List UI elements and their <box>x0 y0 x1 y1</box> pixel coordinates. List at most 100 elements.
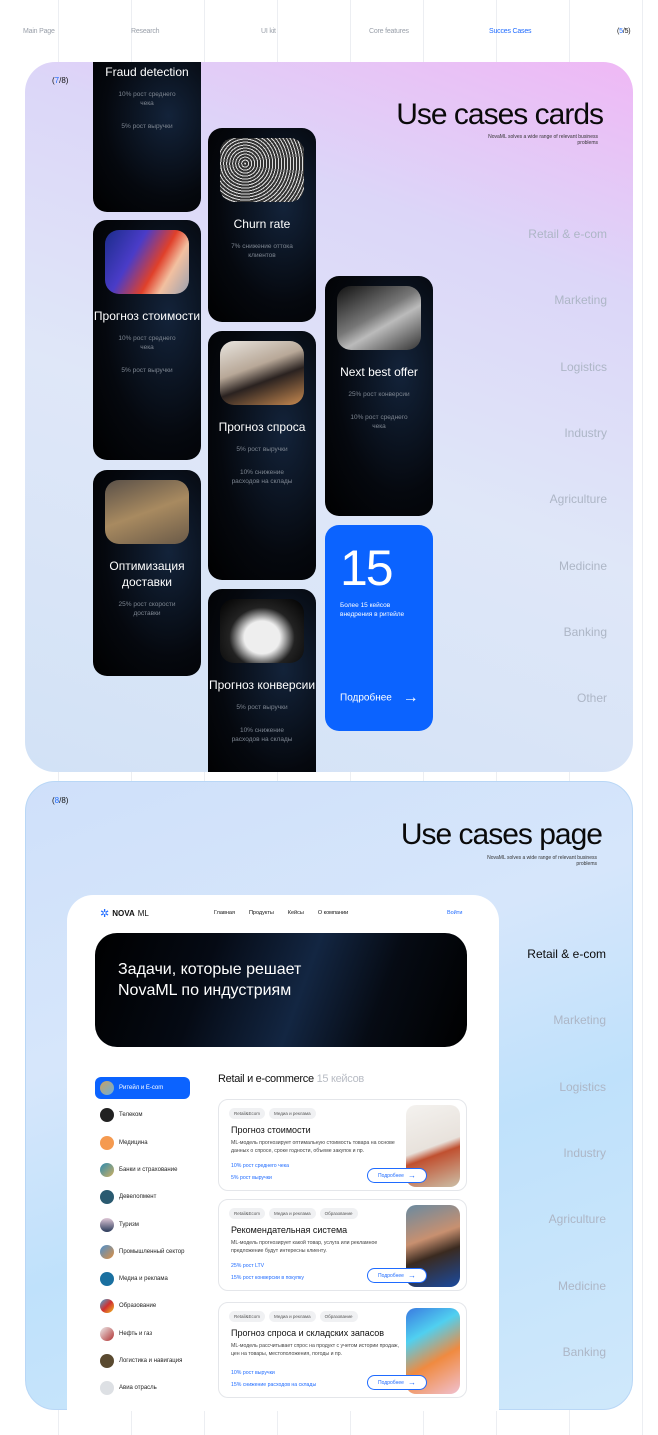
sidebar-item[interactable]: Нефть и газ <box>95 1323 190 1345</box>
industry-item[interactable]: Logistics <box>559 1080 606 1094</box>
card-metric: 25% рост конверсии <box>348 391 410 398</box>
industry-item[interactable]: Industry <box>563 1146 606 1160</box>
card-metric: 10% рост среднего чека <box>350 414 408 430</box>
sidebar-item-label: Ритейл и E-com <box>119 1085 164 1091</box>
logo-icon: ✲ <box>100 908 110 920</box>
sidebar-item[interactable]: Телеком <box>95 1104 190 1126</box>
industry-item[interactable]: Agriculture <box>549 1212 606 1226</box>
use-case-card[interactable]: Churn rate 7% снижение оттока клиентов <box>208 128 316 322</box>
topnav-item[interactable]: Succes Cases <box>489 28 532 35</box>
details-button[interactable]: Подробнее → <box>367 1375 427 1390</box>
card-image <box>220 599 304 663</box>
industry-item[interactable]: Banking <box>564 625 607 639</box>
details-button-label: Подробнее <box>378 1379 404 1386</box>
site-nav-item[interactable]: О компании <box>318 910 348 916</box>
sidebar-item[interactable]: Банки и страхование <box>95 1159 190 1181</box>
industry-avatar <box>100 1381 114 1396</box>
industry-avatar <box>100 1108 114 1123</box>
details-button[interactable]: Подробнее → <box>367 1168 427 1183</box>
industry-item[interactable]: Medicine <box>558 1279 606 1293</box>
industry-avatar <box>100 1244 114 1259</box>
card-metric: 10% снижение расходов на склады <box>231 727 293 743</box>
industry-avatar <box>100 1217 114 1232</box>
topnav-item[interactable]: Main Page <box>23 28 55 35</box>
sidebar-item-label: Образование <box>119 1303 157 1310</box>
use-case-card[interactable]: Прогноз конверсии 5% рост выручки 10% сниж… <box>208 589 316 772</box>
promo-link[interactable]: Подробнее → <box>340 689 419 707</box>
hero-banner: Задачи, которые решает NovaML по индустр… <box>95 933 467 1047</box>
topnav-item[interactable]: Research <box>131 28 160 35</box>
sidebar-item[interactable]: Промышленный сектор <box>95 1241 190 1263</box>
login-link[interactable]: Войти <box>447 910 462 916</box>
industry-item[interactable]: Retail & e-com <box>527 947 606 961</box>
card-title: Прогноз конверсии <box>208 678 316 692</box>
details-button[interactable]: Подробнее → <box>367 1268 427 1283</box>
industry-item[interactable]: Medicine <box>559 559 607 573</box>
case-tag[interactable]: Retail&Ecom <box>229 1311 266 1322</box>
case-card: Retail&Ecom Медиа и реклама Прогноз стоимо… <box>218 1099 467 1191</box>
sidebar-item[interactable]: Туризм <box>95 1214 190 1236</box>
card-metric: 7% снижение оттока клиентов <box>231 243 293 259</box>
card-title: Оптимизация доставки <box>109 559 185 589</box>
counter-total: /5) <box>622 28 631 35</box>
counter-rest: /8) <box>59 796 69 805</box>
case-tag[interactable]: Образование <box>319 1208 358 1219</box>
topnav-item[interactable]: Core features <box>369 28 409 35</box>
industry-item[interactable]: Banking <box>563 1345 606 1359</box>
arrow-right-icon: → <box>407 1378 416 1387</box>
case-tag[interactable]: Медиа и реклама <box>269 1108 316 1119</box>
slide-counter: (7/8) <box>52 76 68 85</box>
topnav-item[interactable]: UI kit <box>261 28 276 35</box>
use-case-card[interactable]: Прогноз спроса 5% рост выручки 10% снижени… <box>208 331 316 580</box>
use-case-card[interactable]: Fraud detection 10% рост среднего чека 5% … <box>93 62 201 212</box>
sidebar-item[interactable]: Девелопмент <box>95 1186 190 1208</box>
sidebar-item[interactable]: Авиа отрасль <box>95 1377 190 1399</box>
panel-title: Use cases page <box>400 818 603 851</box>
case-description: ML-модель прогнозирует какой товар, услу… <box>231 1240 378 1254</box>
section-count: 15 кейсов <box>316 1073 365 1085</box>
sidebar-item-label: Логистика и навигация <box>119 1358 183 1364</box>
card-metric: 10% рост среднего чека <box>118 91 176 107</box>
site-nav-item[interactable]: Кейсы <box>288 910 304 916</box>
industry-item[interactable]: Agriculture <box>550 492 607 506</box>
logo-bold: NOVA <box>112 909 135 918</box>
case-tag[interactable]: Медиа и реклама <box>269 1311 316 1322</box>
case-tags: Retail&Ecom Медиа и реклама Образование <box>229 1208 358 1219</box>
site-nav-item[interactable]: Главная <box>214 910 235 916</box>
site-logo[interactable]: ✲ NOVA ML <box>100 907 149 920</box>
industry-item[interactable]: Industry <box>564 426 607 440</box>
case-title: Прогноз стоимости <box>231 1125 311 1135</box>
sidebar-item[interactable]: Образование <box>95 1295 190 1317</box>
site-nav-item[interactable]: Продукты <box>249 910 274 916</box>
sidebar-item[interactable]: Медицина <box>95 1132 190 1154</box>
card-title: Next best offer <box>340 365 418 379</box>
industry-item[interactable]: Marketing <box>554 293 607 307</box>
sidebar-item[interactable]: Медиа и реклама <box>95 1268 190 1290</box>
industry-avatar <box>100 1354 114 1368</box>
use-case-card[interactable]: Прогноз стоимости 10% рост среднего чека 5… <box>93 220 201 460</box>
card-metric: 5% рост выручки <box>121 367 173 374</box>
sidebar-item[interactable]: Логистика и навигация <box>95 1350 190 1372</box>
case-tag[interactable]: Retail&Ecom <box>229 1208 266 1219</box>
use-cases-cards-panel: (7/8) Use cases cards NovaML solves a wi… <box>25 62 633 772</box>
industry-item[interactable]: Marketing <box>553 1013 606 1027</box>
case-tag[interactable]: Образование <box>319 1311 358 1322</box>
industry-item[interactable]: Retail & e-com <box>528 227 607 241</box>
logo-light: ML <box>137 909 149 918</box>
use-case-card[interactable]: Next best offer 25% рост конверсии 10% рос… <box>325 276 433 516</box>
sidebar-item-label: Медиа и реклама <box>119 1276 168 1283</box>
case-card: Retail&Ecom Медиа и реклама Образование Рек… <box>218 1199 467 1291</box>
industry-avatar <box>100 1272 114 1287</box>
promo-card[interactable]: 15 Более 15 кейсов внедрения в ритейле П… <box>325 525 433 731</box>
sidebar-item-label: Телеком <box>119 1112 143 1119</box>
panel-title: Use cases cards <box>396 98 604 131</box>
sidebar-item[interactable]: Ритейл и E-com <box>95 1077 190 1099</box>
case-metric: 15% рост конверсии в покупку <box>231 1275 304 1281</box>
card-metric: 25% рост скорости доставки <box>118 601 176 617</box>
card-title: Прогноз стоимости <box>93 309 201 323</box>
case-tag[interactable]: Retail&Ecom <box>229 1108 266 1119</box>
industry-item[interactable]: Other <box>577 691 607 705</box>
case-tag[interactable]: Медиа и реклама <box>269 1208 316 1219</box>
industry-item[interactable]: Logistics <box>560 360 607 374</box>
use-case-card[interactable]: Оптимизация доставки 25% рост скорости до… <box>93 470 201 676</box>
